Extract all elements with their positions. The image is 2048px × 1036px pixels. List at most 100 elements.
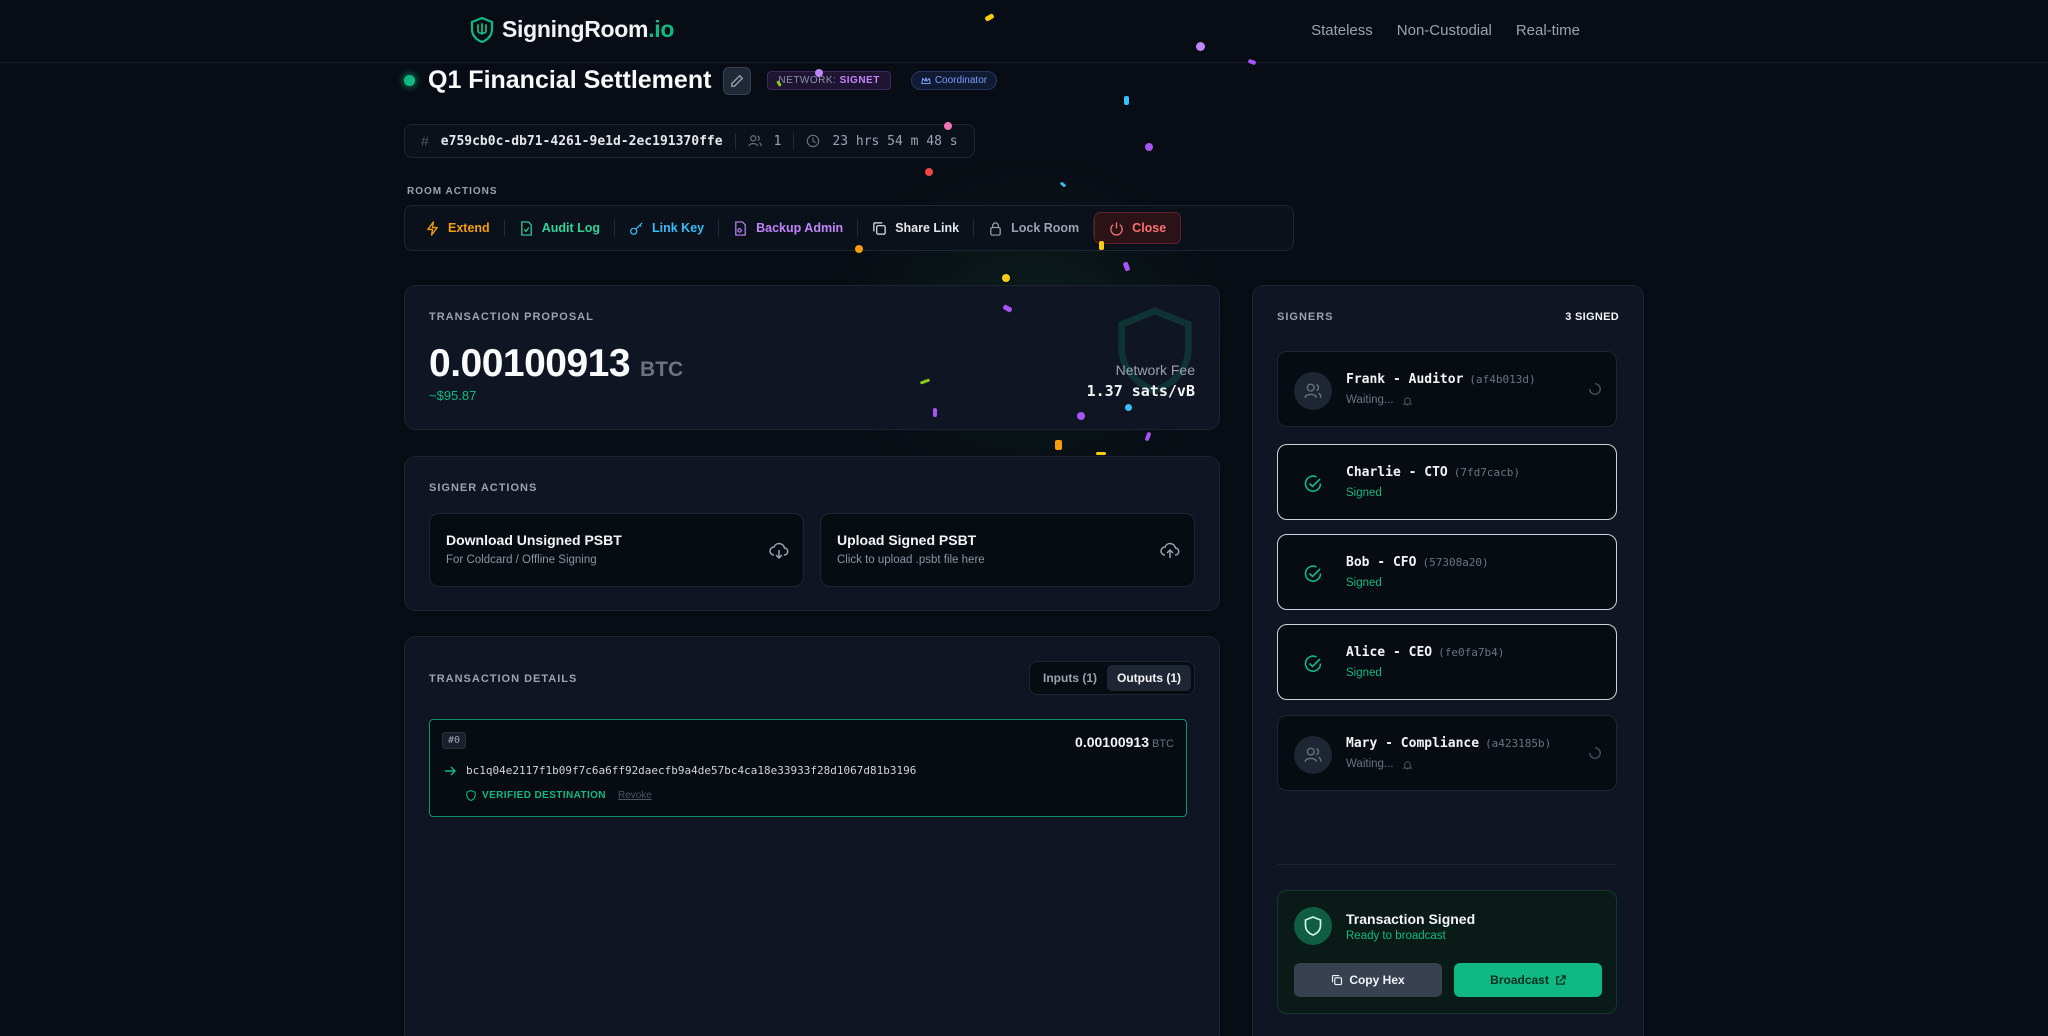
check-circle-icon xyxy=(1294,555,1332,593)
confetti-piece xyxy=(1077,412,1085,420)
signer-name: Charlie - CTO (7fd7cacb) xyxy=(1346,465,1520,480)
room-actions-bar: Extend Audit Log Link Key Backup Admin S… xyxy=(404,205,1294,251)
revoke-link[interactable]: Revoke xyxy=(618,790,652,801)
brand-name: SigningRoom.io xyxy=(502,16,675,42)
link-key-button[interactable]: Link Key xyxy=(615,212,718,244)
confetti-piece xyxy=(1096,452,1106,455)
divider xyxy=(1277,864,1617,865)
tab-inputs[interactable]: Inputs (1) xyxy=(1033,665,1107,691)
edit-title-button[interactable] xyxy=(723,66,752,95)
copy-hex-button[interactable]: Copy Hex xyxy=(1294,963,1442,997)
confetti-piece xyxy=(1099,241,1104,250)
signer-status: Waiting... xyxy=(1346,758,1413,770)
upload-psbt-title: Upload Signed PSBT xyxy=(837,532,977,548)
download-psbt-button[interactable]: Download Unsigned PSBT For Coldcard / Of… xyxy=(429,513,804,587)
users-icon xyxy=(747,135,762,147)
cloud-upload-icon xyxy=(1160,542,1180,558)
arrow-right-icon xyxy=(445,766,456,775)
lock-icon xyxy=(990,221,1001,236)
download-psbt-title: Download Unsigned PSBT xyxy=(446,532,622,548)
status-dot xyxy=(404,75,415,86)
spinner-icon xyxy=(1589,747,1601,759)
bell-icon[interactable] xyxy=(1402,759,1413,770)
confetti-piece xyxy=(1196,42,1205,51)
page-title: Q1 Financial Settlement xyxy=(428,66,712,94)
output-address[interactable]: bc1q04e2117f1b09f7c6a6ff92daecfb9a4de57b… xyxy=(466,764,916,777)
signer-name: Frank - Auditor (af4b013d) xyxy=(1346,372,1536,387)
top-bar: SigningRoom.io Stateless Non-Custodial R… xyxy=(0,0,2048,63)
confetti-piece xyxy=(1125,404,1132,411)
shield-check-icon xyxy=(1294,907,1332,945)
output-amount: 0.00100913 BTC xyxy=(1075,734,1174,750)
signer-card-mary: Mary - Compliance (a423185b) Waiting... xyxy=(1277,715,1617,791)
nav-non-custodial[interactable]: Non-Custodial xyxy=(1397,22,1492,39)
signer-actions-label: SIGNER ACTIONS xyxy=(429,482,538,494)
network-fee: Network Fee 1.37 sats/vB xyxy=(1087,362,1195,400)
signer-status: Waiting... xyxy=(1346,394,1413,406)
broadcast-button[interactable]: Broadcast xyxy=(1454,963,1602,997)
file-key-icon xyxy=(735,220,746,236)
fee-value: 1.37 sats/vB xyxy=(1086,382,1195,400)
share-link-button[interactable]: Share Link xyxy=(858,212,973,244)
participant-count: 1 xyxy=(773,133,782,149)
confetti-piece xyxy=(1122,261,1131,272)
crown-icon xyxy=(921,76,931,84)
divider xyxy=(793,133,795,149)
transaction-details-card: TRANSACTION DETAILS Inputs (1) Outputs (… xyxy=(404,636,1220,1036)
confetti-piece xyxy=(1145,143,1153,151)
confetti-piece xyxy=(855,245,863,253)
transaction-signed-panel: Transaction Signed Ready to broadcast Co… xyxy=(1277,890,1617,1014)
time-remaining: 23 hrs 54 m 48 s xyxy=(832,133,958,149)
spinner-icon xyxy=(1589,383,1601,395)
nav-real-time[interactable]: Real-time xyxy=(1516,22,1580,39)
extend-button[interactable]: Extend xyxy=(411,212,504,244)
proposal-label: TRANSACTION PROPOSAL xyxy=(429,311,594,323)
download-psbt-subtitle: For Coldcard / Offline Signing xyxy=(446,554,597,566)
users-icon xyxy=(1294,372,1332,410)
signer-status: Signed xyxy=(1346,487,1382,499)
signer-name: Alice - CEO (fe0fa7b4) xyxy=(1346,645,1505,660)
bell-icon[interactable] xyxy=(1402,395,1413,406)
external-link-icon xyxy=(1556,974,1566,985)
top-nav: Stateless Non-Custodial Real-time xyxy=(1311,22,1580,39)
signed-count: 3 SIGNED xyxy=(1565,311,1619,323)
verified-destination: VERIFIED DESTINATION Revoke xyxy=(466,790,652,801)
amount-display: 0.00100913 BTC xyxy=(429,342,683,386)
upload-psbt-button[interactable]: Upload Signed PSBT Click to upload .psbt… xyxy=(820,513,1195,587)
close-room-button[interactable]: Close xyxy=(1094,212,1182,244)
signer-card-frank: Frank - Auditor (af4b013d) Waiting... xyxy=(1277,351,1617,427)
signer-status: Signed xyxy=(1346,577,1382,589)
check-circle-icon xyxy=(1294,465,1332,503)
confetti-piece xyxy=(933,408,937,417)
room-meta-bar: # e759cb0c-db71-4261-9e1d-2ec191370ffe 1… xyxy=(404,124,975,158)
confetti-piece xyxy=(1124,96,1129,105)
amount-value: 0.00100913 xyxy=(429,342,631,385)
transaction-proposal-card: TRANSACTION PROPOSAL 0.00100913 BTC ~$95… xyxy=(404,285,1220,430)
tab-outputs[interactable]: Outputs (1) xyxy=(1107,665,1191,691)
room-id[interactable]: e759cb0c-db71-4261-9e1d-2ec191370ffe xyxy=(441,134,723,149)
pencil-icon xyxy=(731,74,744,87)
copy-icon xyxy=(873,221,886,235)
output-row[interactable]: #0 0.00100913 BTC bc1q04e2117f1b09f7c6a6f… xyxy=(429,719,1187,817)
signers-label: SIGNERS xyxy=(1277,311,1334,323)
amount-unit: BTC xyxy=(640,358,684,381)
backup-admin-button[interactable]: Backup Admin xyxy=(719,212,857,244)
tx-details-label: TRANSACTION DETAILS xyxy=(429,673,578,685)
confetti-piece xyxy=(1055,440,1062,450)
signers-panel: SIGNERS 3 SIGNED Frank - Auditor (af4b013… xyxy=(1252,285,1644,1036)
output-index: #0 xyxy=(442,732,467,749)
copy-icon xyxy=(1332,974,1343,986)
lock-room-button[interactable]: Lock Room xyxy=(974,212,1093,244)
signer-card-charlie: Charlie - CTO (7fd7cacb) Signed xyxy=(1277,444,1617,520)
nav-stateless[interactable]: Stateless xyxy=(1311,22,1373,39)
signer-card-alice: Alice - CEO (fe0fa7b4) Signed xyxy=(1277,624,1617,700)
brand-logo[interactable]: SigningRoom.io xyxy=(470,16,674,43)
clock-icon xyxy=(807,134,820,148)
check-circle-icon xyxy=(1294,645,1332,683)
upload-psbt-subtitle: Click to upload .psbt file here xyxy=(837,554,985,566)
hash-icon: # xyxy=(421,133,429,149)
room-title-row: Q1 Financial Settlement NETWORK: SIGNET … xyxy=(404,66,998,95)
lightning-icon xyxy=(427,220,438,236)
audit-log-button[interactable]: Audit Log xyxy=(505,212,614,244)
confetti-piece xyxy=(815,69,823,77)
